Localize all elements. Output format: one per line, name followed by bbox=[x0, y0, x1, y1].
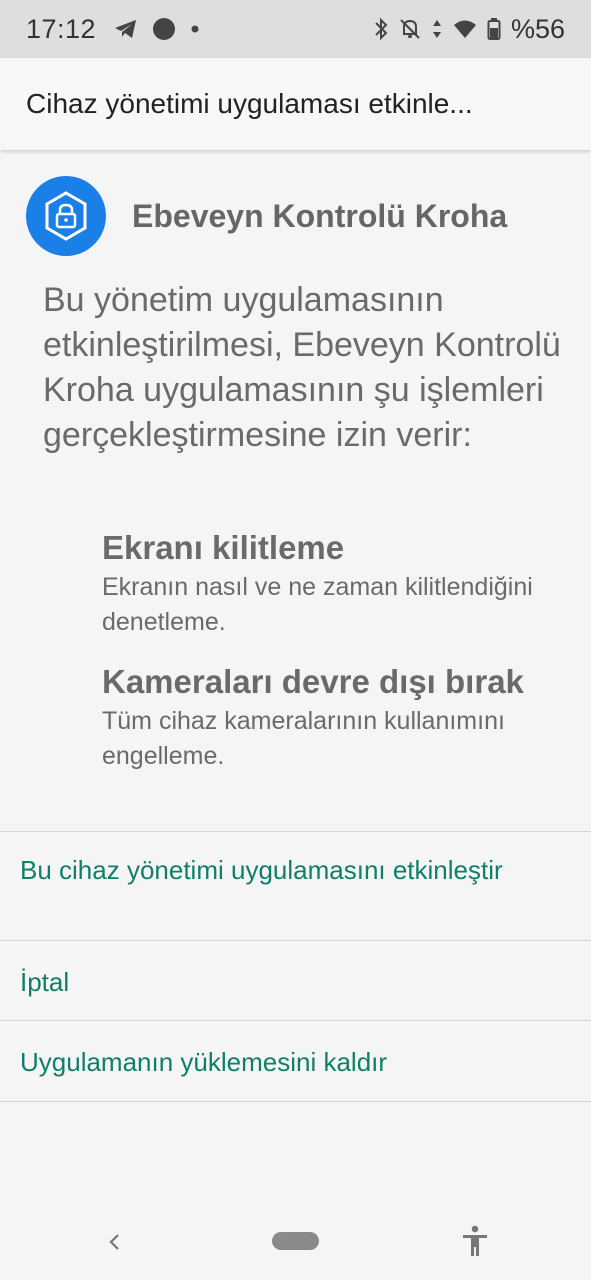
back-icon[interactable] bbox=[104, 1224, 124, 1260]
divider bbox=[0, 1020, 591, 1021]
status-time: 17:12 bbox=[26, 13, 97, 44]
battery-icon bbox=[487, 18, 501, 40]
admin-description: Bu yönetim uygulamasının etkinleştirilme… bbox=[43, 281, 561, 454]
bluetooth-icon bbox=[375, 17, 388, 41]
divider bbox=[0, 1101, 591, 1102]
status-right-icons: %56 bbox=[373, 14, 565, 45]
accessibility-icon[interactable] bbox=[460, 1224, 490, 1258]
permission-title: Ekranı kilitleme bbox=[102, 529, 345, 566]
activate-button[interactable]: Bu cihaz yönetimi uygulamasını etkinleşt… bbox=[20, 852, 570, 888]
permission-description: Tüm cihaz kameralarının kullanımını enge… bbox=[102, 707, 505, 770]
battery-percentage: %56 bbox=[510, 13, 565, 44]
status-left-icons bbox=[114, 17, 200, 41]
notifications-off-icon bbox=[400, 19, 420, 39]
lock-shield-icon bbox=[26, 176, 106, 256]
wifi-icon bbox=[453, 20, 476, 38]
page-title: Cihaz yönetimi uygulaması etkinle... bbox=[26, 88, 473, 119]
divider bbox=[0, 831, 591, 832]
record-dot-icon bbox=[153, 18, 176, 40]
app-name: Ebeveyn Kontrolü Kroha bbox=[132, 197, 508, 234]
permission-title: Kameraları devre dışı bırak bbox=[102, 663, 524, 700]
uninstall-button[interactable]: Uygulamanın yüklemesini kaldır bbox=[20, 1044, 570, 1080]
home-pill-icon[interactable] bbox=[272, 1232, 319, 1250]
small-dot-icon bbox=[191, 25, 199, 33]
navigation-bar bbox=[0, 1202, 591, 1280]
app-bar: Cihaz yönetimi uygulaması etkinle... bbox=[0, 58, 591, 150]
permission-item: Ekranı kilitleme Ekranın nasıl ve ne zam… bbox=[102, 526, 562, 640]
data-arrows-icon bbox=[432, 20, 441, 38]
app-header: Ebeveyn Kontrolü Kroha bbox=[26, 176, 507, 256]
permission-item: Kameraları devre dışı bırak Tüm cihaz ka… bbox=[102, 660, 562, 774]
cancel-button[interactable]: İptal bbox=[20, 964, 570, 1000]
status-bar: 17:12 %56 bbox=[0, 0, 591, 58]
divider bbox=[0, 940, 591, 941]
telegram-icon bbox=[115, 20, 137, 38]
permission-description: Ekranın nasıl ve ne zaman kilitlendiğini… bbox=[102, 573, 533, 636]
